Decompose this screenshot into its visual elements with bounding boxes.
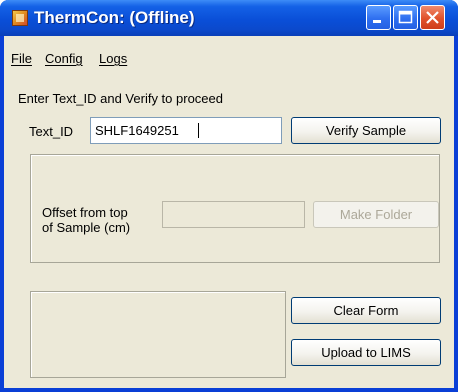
text-id-label: Text_ID <box>29 124 74 139</box>
instruction-label: Enter Text_ID and Verify to proceed <box>18 91 223 106</box>
offset-label-line1: Offset from top <box>42 205 128 220</box>
thermcon-window: ThermCon: (Offline) File Config Logs Ent… <box>0 0 458 392</box>
text-id-input[interactable] <box>90 117 282 144</box>
upload-to-lims-button[interactable]: Upload to LIMS <box>291 339 441 366</box>
minimize-icon <box>373 20 381 23</box>
offset-label: Offset from top of Sample (cm) <box>42 205 130 235</box>
title-bar[interactable]: ThermCon: (Offline) <box>0 0 458 36</box>
maximize-button[interactable] <box>393 5 418 30</box>
window-title: ThermCon: (Offline) <box>34 8 195 27</box>
menu-bar: File Config Logs <box>4 36 454 66</box>
menu-file[interactable]: File <box>11 51 32 66</box>
text-cursor <box>198 123 199 138</box>
maximize-icon <box>398 10 413 24</box>
menu-config[interactable]: Config <box>45 51 83 66</box>
minimize-button[interactable] <box>366 5 391 30</box>
app-icon <box>12 10 28 26</box>
offset-label-line2: of Sample (cm) <box>42 220 131 235</box>
offset-input[interactable] <box>162 201 305 228</box>
menu-logs[interactable]: Logs <box>99 51 127 66</box>
sample-offset-group: Offset from top of Sample (cm) Make Fold… <box>30 154 440 263</box>
make-folder-button[interactable]: Make Folder <box>313 201 439 228</box>
close-icon <box>426 11 439 24</box>
status-box <box>30 291 286 378</box>
verify-sample-button[interactable]: Verify Sample <box>291 117 441 144</box>
close-button[interactable] <box>420 5 445 30</box>
clear-form-button[interactable]: Clear Form <box>291 297 441 324</box>
